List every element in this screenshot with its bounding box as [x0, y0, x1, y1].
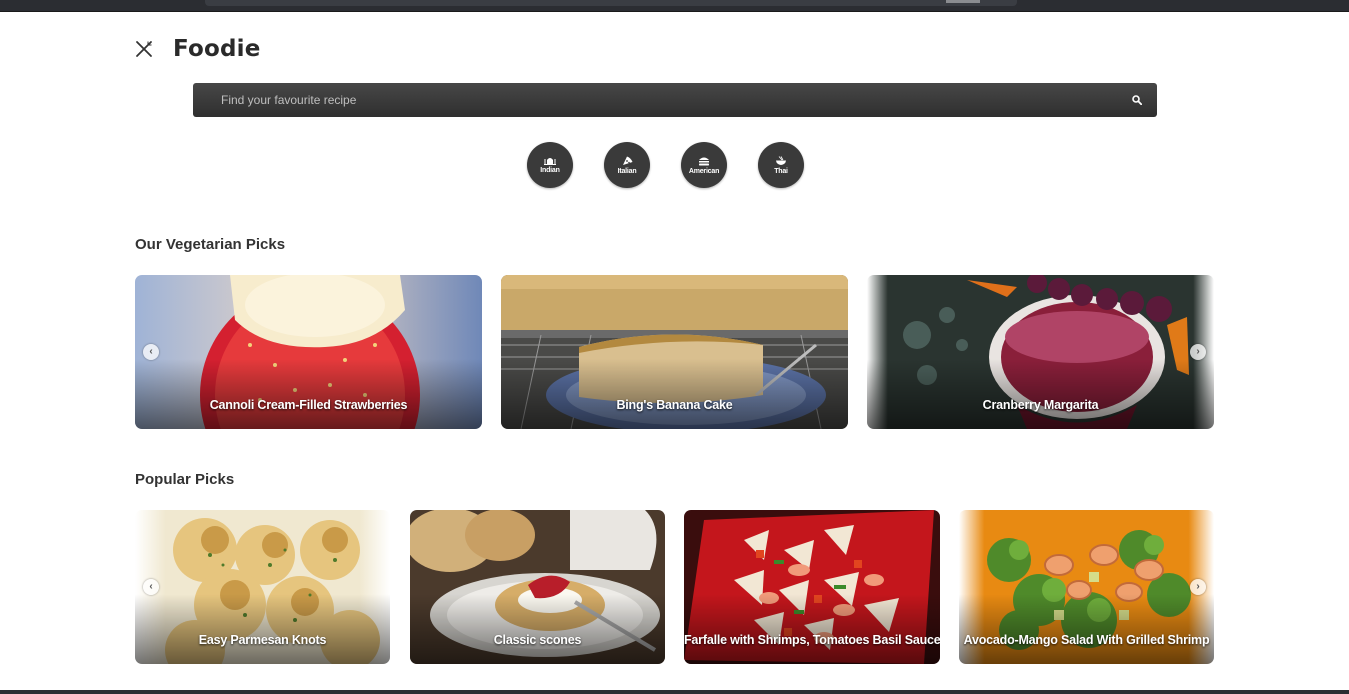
taj-mahal-icon	[544, 158, 556, 165]
chevron-right-icon: ›	[1196, 581, 1200, 592]
recipe-card[interactable]: Farfalle with Shrimps, Tomatoes Basil Sa…	[684, 510, 940, 664]
recipe-card[interactable]: Bing's Banana Cake	[501, 275, 848, 429]
chevron-right-icon: ›	[1196, 346, 1200, 357]
cuisine-indian-button[interactable]: Indian	[527, 142, 573, 188]
cuisine-italian-button[interactable]: Italian	[604, 142, 650, 188]
burger-icon	[699, 157, 709, 165]
recipe-title: Cannoli Cream-Filled Strawberries	[209, 398, 408, 412]
recipe-title: Cranberry Margarita	[982, 398, 1099, 412]
card-shade	[135, 359, 482, 429]
cuisine-american-button[interactable]: American	[681, 142, 727, 188]
recipe-card[interactable]: Classic scones	[410, 510, 665, 664]
cuisine-label: Italian	[617, 167, 637, 175]
header-logo[interactable]: Foodie	[135, 34, 261, 64]
card-shade	[959, 594, 1214, 664]
carousel-prev-button[interactable]: ‹	[143, 579, 159, 595]
card-shade	[135, 594, 390, 664]
recipe-card[interactable]: Easy Parmesan Knots	[135, 510, 390, 664]
recipe-title: Easy Parmesan Knots	[198, 633, 327, 647]
browser-top-bar	[0, 0, 1349, 12]
browser-tab-strip	[205, 0, 1017, 6]
page-bottom-border	[0, 690, 1349, 694]
recipe-title: Farfalle with Shrimps, Tomatoes Basil Sa…	[684, 633, 940, 647]
chevron-left-icon: ‹	[149, 581, 153, 592]
chevron-left-icon: ‹	[149, 346, 153, 357]
cuisine-label: American	[688, 167, 720, 175]
noodle-bowl-icon	[776, 155, 786, 165]
cuisine-thai-button[interactable]: Thai	[758, 142, 804, 188]
cuisine-filters: Indian Italian American Thai	[527, 142, 804, 188]
pizza-slice-icon	[622, 156, 632, 165]
recipe-title: Bing's Banana Cake	[616, 398, 733, 412]
browser-scroll-nub	[946, 0, 980, 3]
app-title: Foodie	[173, 36, 261, 62]
search-button[interactable]	[1117, 83, 1157, 117]
carousel-prev-button[interactable]: ‹	[143, 344, 159, 360]
cuisine-label: Thai	[774, 167, 788, 175]
search-bar	[193, 83, 1157, 117]
recipe-card[interactable]: Avocado-Mango Salad With Grilled Shrimp	[959, 510, 1214, 664]
popular-section-title: Popular Picks	[135, 471, 235, 488]
card-shade	[501, 359, 848, 429]
card-shade	[410, 594, 665, 664]
carousel-next-button[interactable]: ›	[1190, 344, 1206, 360]
recipe-card[interactable]: Cannoli Cream-Filled Strawberries	[135, 275, 482, 429]
carousel-next-button[interactable]: ›	[1190, 579, 1206, 595]
vegetarian-section-title: Our Vegetarian Picks	[135, 236, 286, 253]
card-shade	[684, 594, 940, 664]
card-shade	[867, 359, 1214, 429]
cuisine-label: Indian	[540, 167, 560, 174]
search-icon	[1132, 95, 1142, 105]
recipe-card[interactable]: Cranberry Margarita	[867, 275, 1214, 429]
search-input[interactable]	[193, 93, 1117, 107]
fork-knife-icon	[136, 41, 152, 57]
recipe-title: Avocado-Mango Salad With Grilled Shrimp	[963, 633, 1210, 647]
recipe-title: Classic scones	[493, 633, 582, 647]
